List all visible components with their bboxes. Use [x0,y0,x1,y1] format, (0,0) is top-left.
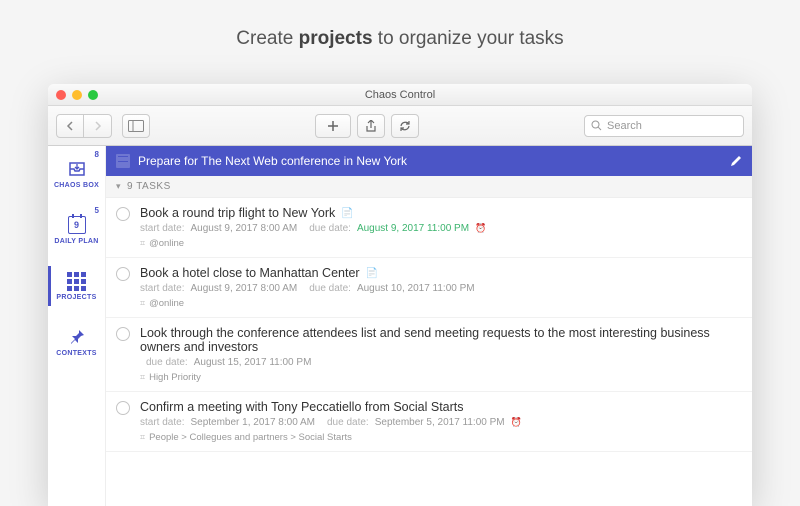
window-minimize-button[interactable] [72,90,82,100]
dailyplan-badge: 5 [95,206,99,215]
pin-icon [67,327,87,347]
edit-project-button[interactable] [730,155,742,167]
task-row[interactable]: Look through the conference attendees li… [106,318,752,392]
task-checkbox[interactable] [116,207,130,221]
sidebar-item-label: CHAOS BOX [54,182,99,189]
task-context: High Priority [140,372,742,383]
alarm-icon: ⏰ [511,417,522,428]
sidebar-item-dailyplan[interactable]: 5 9 DAILY PLAN [48,202,105,258]
sync-button[interactable] [391,114,419,138]
search-input[interactable]: Search [584,115,744,137]
add-button[interactable] [315,114,351,138]
task-title: Look through the conference attendees li… [140,326,742,354]
calendar-icon: 9 [67,215,87,235]
sidebar-item-label: DAILY PLAN [54,238,98,245]
task-row[interactable]: Book a hotel close to Manhattan Center📄 s… [106,258,752,318]
toolbar: Search [48,106,752,146]
tasks-section-header[interactable]: ▾ 9 TASKS [106,176,752,198]
content-pane: Prepare for The Next Web conference in N… [106,146,752,506]
sidebar-item-projects[interactable]: PROJECTS [48,258,105,314]
task-title: Confirm a meeting with Tony Peccatiello … [140,400,742,414]
marketing-tagline: Create projects to organize your tasks [0,0,800,50]
search-placeholder: Search [607,120,642,132]
task-title: Book a round trip flight to New York📄 [140,206,742,220]
sidebar-item-label: PROJECTS [56,294,96,301]
task-meta: due date:August 15, 2017 11:00 PM [140,357,742,368]
chevron-down-icon: ▾ [116,181,121,192]
task-row[interactable]: Confirm a meeting with Tony Peccatiello … [106,392,752,452]
task-checkbox[interactable] [116,267,130,281]
sidebar-item-contexts[interactable]: CONTEXTS [48,314,105,370]
grid-icon [67,271,87,291]
note-icon [116,154,130,168]
sidebar: 8 CHAOS BOX 5 9 DAILY PLAN PROJECTS [48,146,106,506]
task-row[interactable]: Book a round trip flight to New York📄 sta… [106,198,752,258]
tagline-post: to organize your tasks [373,28,564,49]
task-checkbox[interactable] [116,327,130,341]
task-meta: start date:August 9, 2017 8:00 AMdue dat… [140,223,742,234]
nav-back-forward [56,114,112,138]
sidebar-item-chaosbox[interactable]: 8 CHAOS BOX [48,146,105,202]
project-header: Prepare for The Next Web conference in N… [106,146,752,176]
window-close-button[interactable] [56,90,66,100]
attachment-icon: 📄 [366,268,378,279]
tagline-pre: Create [236,28,298,49]
task-context: @online [140,298,742,309]
sidebar-toggle-button[interactable] [122,114,150,138]
task-list: Book a round trip flight to New York📄 sta… [106,198,752,452]
project-title: Prepare for The Next Web conference in N… [138,154,722,168]
tagline-strong: projects [299,28,373,49]
forward-button[interactable] [84,114,112,138]
chaosbox-badge: 8 [95,150,99,159]
window-zoom-button[interactable] [88,90,98,100]
inbox-icon [67,159,87,179]
sidebar-item-label: CONTEXTS [56,350,97,357]
app-window: Chaos Control Search [48,84,752,506]
back-button[interactable] [56,114,84,138]
task-title: Book a hotel close to Manhattan Center📄 [140,266,742,280]
search-icon [591,120,602,131]
window-lights [48,90,98,100]
share-button[interactable] [357,114,385,138]
task-meta: start date:August 9, 2017 8:00 AMdue dat… [140,283,742,294]
window-title: Chaos Control [48,89,752,101]
section-label: 9 TASKS [127,181,171,192]
task-context: People > Collegues and partners > Social… [140,432,742,443]
attachment-icon: 📄 [341,208,353,219]
task-meta: start date:September 1, 2017 8:00 AMdue … [140,417,742,428]
pencil-icon [730,155,742,167]
task-context: @online [140,238,742,249]
task-checkbox[interactable] [116,401,130,415]
alarm-icon: ⏰ [475,223,486,234]
titlebar: Chaos Control [48,84,752,106]
